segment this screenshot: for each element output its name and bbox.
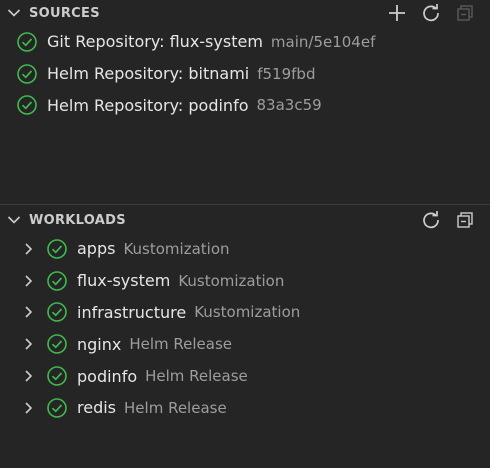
source-revision: main/5e104ef bbox=[270, 32, 376, 51]
check-circle-icon bbox=[16, 94, 38, 116]
workload-kind: Helm Release bbox=[145, 367, 248, 386]
refresh-icon[interactable] bbox=[418, 207, 444, 233]
workload-kind: Kustomization bbox=[194, 303, 301, 322]
workload-label: apps bbox=[77, 239, 116, 259]
chevron-down-icon[interactable] bbox=[4, 0, 24, 26]
source-item-flux-system[interactable]: Git Repository: flux-system main/5e104ef bbox=[0, 26, 490, 58]
check-circle-icon bbox=[46, 333, 68, 355]
workload-kind: Helm Release bbox=[129, 335, 233, 354]
check-circle-icon bbox=[46, 301, 68, 323]
collapse-all-icon[interactable] bbox=[452, 207, 478, 233]
check-circle-icon bbox=[46, 397, 68, 419]
workload-kind: Kustomization bbox=[123, 239, 230, 258]
chevron-right-icon[interactable] bbox=[18, 271, 38, 291]
sources-pane: SOURCES Git Repository: flux-system main… bbox=[0, 0, 490, 204]
workload-item-podinfo[interactable]: podinfo Helm Release bbox=[0, 360, 490, 392]
check-circle-icon bbox=[46, 270, 68, 292]
workloads-header[interactable]: WORKLOADS bbox=[0, 207, 490, 233]
workload-item-apps[interactable]: apps Kustomization bbox=[0, 233, 490, 265]
chevron-right-icon[interactable] bbox=[18, 302, 38, 322]
workload-label: flux-system bbox=[77, 271, 171, 291]
collapse-all-icon[interactable] bbox=[452, 0, 478, 26]
source-label: Git Repository: flux-system bbox=[47, 32, 263, 52]
workload-item-flux-system[interactable]: flux-system Kustomization bbox=[0, 265, 490, 297]
check-circle-icon bbox=[16, 63, 38, 85]
source-revision: 83a3c59 bbox=[256, 96, 322, 115]
check-circle-icon bbox=[46, 365, 68, 387]
workload-item-nginx[interactable]: nginx Helm Release bbox=[0, 328, 490, 360]
chevron-right-icon[interactable] bbox=[18, 239, 38, 259]
source-item-podinfo[interactable]: Helm Repository: podinfo 83a3c59 bbox=[0, 90, 490, 122]
refresh-icon[interactable] bbox=[418, 0, 444, 26]
sources-title: SOURCES bbox=[29, 5, 100, 21]
source-item-bitnami[interactable]: Helm Repository: bitnami f519fbd bbox=[0, 58, 490, 90]
source-label: Helm Repository: podinfo bbox=[47, 95, 249, 115]
workload-kind: Helm Release bbox=[124, 398, 227, 417]
workload-label: podinfo bbox=[77, 366, 138, 386]
workload-item-infrastructure[interactable]: infrastructure Kustomization bbox=[0, 297, 490, 329]
workload-label: redis bbox=[77, 398, 117, 418]
chevron-right-icon[interactable] bbox=[18, 366, 38, 386]
chevron-right-icon[interactable] bbox=[18, 334, 38, 354]
plus-icon[interactable] bbox=[384, 0, 410, 26]
workload-kind: Kustomization bbox=[178, 271, 285, 290]
check-circle-icon bbox=[16, 31, 38, 53]
check-circle-icon bbox=[46, 238, 68, 260]
workload-item-redis[interactable]: redis Helm Release bbox=[0, 392, 490, 424]
workloads-title: WORKLOADS bbox=[29, 212, 126, 228]
source-revision: f519fbd bbox=[257, 64, 316, 83]
source-label: Helm Repository: bitnami bbox=[47, 64, 250, 84]
chevron-right-icon[interactable] bbox=[18, 398, 38, 418]
pane-divider[interactable] bbox=[0, 204, 490, 205]
workload-label: nginx bbox=[77, 334, 122, 354]
chevron-down-icon[interactable] bbox=[4, 207, 24, 233]
workloads-pane: WORKLOADS apps Kustomization flux-system… bbox=[0, 207, 490, 424]
workload-label: infrastructure bbox=[77, 302, 187, 322]
sources-header[interactable]: SOURCES bbox=[0, 0, 490, 26]
